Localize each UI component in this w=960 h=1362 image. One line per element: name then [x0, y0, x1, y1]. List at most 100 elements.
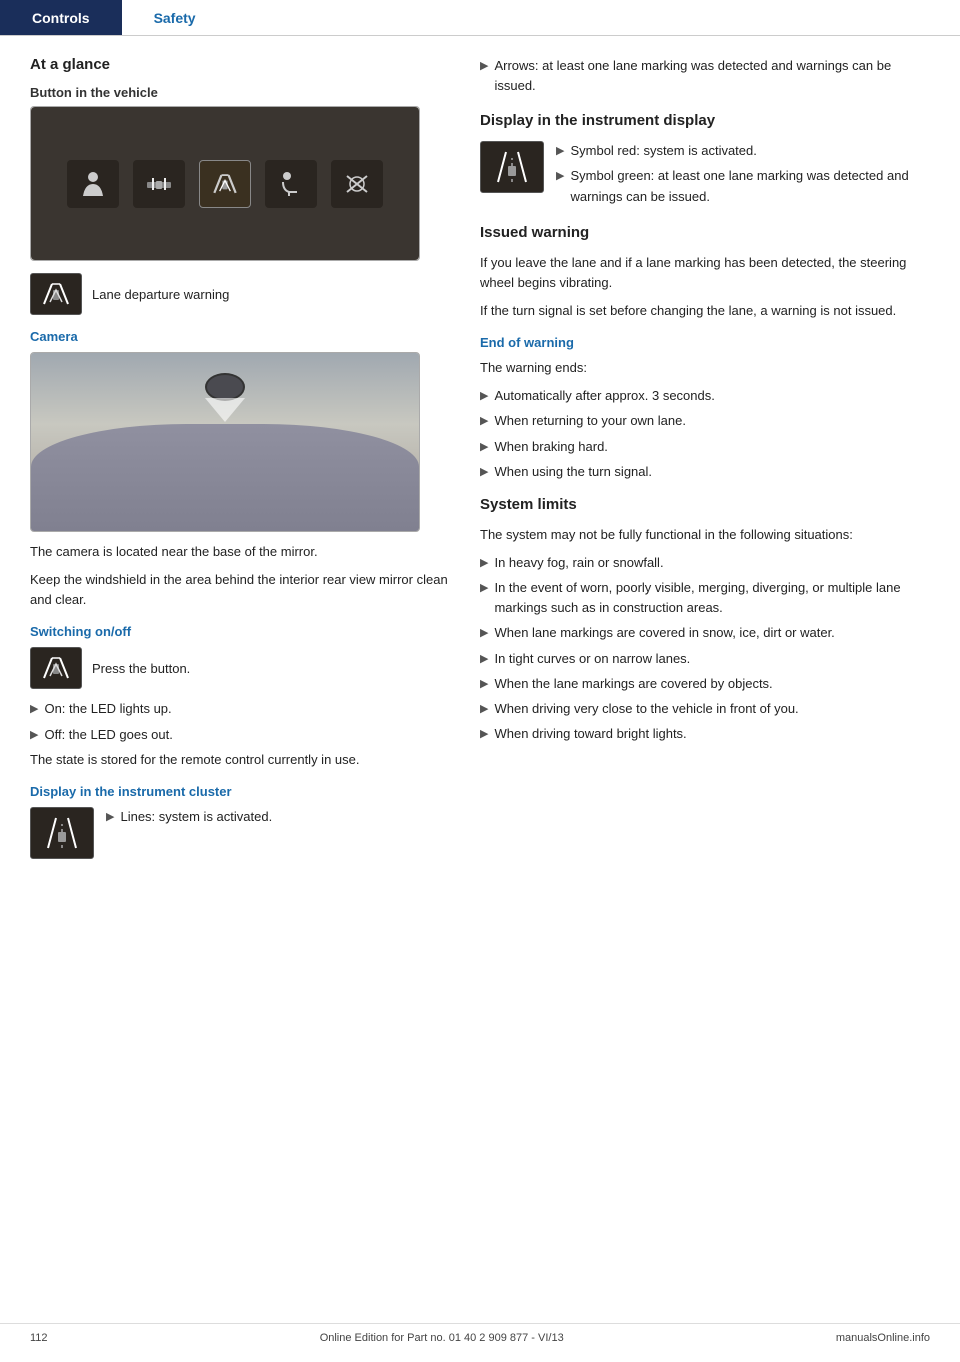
tab-safety[interactable]: Safety: [122, 0, 228, 35]
press-button-row: Press the button.: [30, 647, 460, 689]
arrows-item: ▶ Arrows: at least one lane marking was …: [480, 56, 930, 96]
end-bullet-4: ▶ When using the turn signal.: [480, 462, 930, 482]
camera-image: [30, 352, 420, 532]
panel-btn-4: [265, 160, 317, 208]
at-a-glance-title: At a glance: [30, 56, 460, 73]
arrows-bullet-list: ▶ Arrows: at least one lane marking was …: [480, 56, 930, 96]
footer-text: Online Edition for Part no. 01 40 2 909 …: [320, 1332, 564, 1344]
end-bullet-3: ▶ When braking hard.: [480, 437, 930, 457]
limit3-text: When lane markings are covered in snow, …: [494, 623, 834, 643]
bullet-arrow-r9: ▶: [480, 580, 488, 597]
lane-departure-label: Lane departure warning: [92, 287, 229, 302]
camera-seat-visual: [31, 424, 419, 531]
bullet-arrow-2: ▶: [30, 727, 38, 744]
bullet-arrow-r4: ▶: [480, 388, 488, 405]
cluster-text-block: ▶ Lines: system is activated.: [106, 807, 460, 832]
system-limits-intro: The system may not be fully functional i…: [480, 525, 930, 545]
switching-heading: Switching on/off: [30, 624, 460, 639]
display-cluster-heading: Display in the instrument cluster: [30, 784, 460, 799]
camera-view: [31, 353, 419, 531]
bullet-arrow-r14: ▶: [480, 726, 488, 743]
end-bullet3-text: When braking hard.: [494, 437, 607, 457]
right-column: ▶ Arrows: at least one lane marking was …: [480, 56, 930, 871]
bullet-arrow-r12: ▶: [480, 676, 488, 693]
display-instrument-row: ▶ Symbol red: system is activated. ▶ Sym…: [480, 141, 930, 211]
switch-bullet-list: ▶ On: the LED lights up. ▶ Off: the LED …: [30, 699, 460, 744]
bullet-arrow-1: ▶: [30, 701, 38, 718]
instrument-bullet-list: ▶ Symbol red: system is activated. ▶ Sym…: [556, 141, 930, 206]
limit6-text: When driving very close to the vehicle i…: [494, 699, 798, 719]
bullet-arrow-r13: ▶: [480, 701, 488, 718]
symbol-green-item: ▶ Symbol green: at least one lane markin…: [556, 166, 930, 206]
panel-btn-1: [67, 160, 119, 208]
bullet-arrow-r7: ▶: [480, 464, 488, 481]
issued-warning-text2: If the turn signal is set before changin…: [480, 301, 930, 321]
tab-controls[interactable]: Controls: [0, 0, 122, 35]
left-column: At a glance Button in the vehicle: [30, 56, 460, 871]
instrument-text-block: ▶ Symbol red: system is activated. ▶ Sym…: [556, 141, 930, 211]
limit-1: ▶ In heavy fog, rain or snowfall.: [480, 553, 930, 573]
limit1-text: In heavy fog, rain or snowfall.: [494, 553, 663, 573]
limit-4: ▶ In tight curves or on narrow lanes.: [480, 649, 930, 669]
system-limits-bullets: ▶ In heavy fog, rain or snowfall. ▶ In t…: [480, 553, 930, 744]
bullet-arrow-3: ▶: [106, 809, 114, 826]
camera-heading: Camera: [30, 329, 460, 344]
limit-3: ▶ When lane markings are covered in snow…: [480, 623, 930, 643]
limit-2: ▶ In the event of worn, poorly visible, …: [480, 578, 930, 618]
press-button-label: Press the button.: [92, 661, 190, 676]
watermark: manualsOnline.info: [836, 1332, 930, 1344]
bullet-arrow-r5: ▶: [480, 413, 488, 430]
end-bullet2-text: When returning to your own lane.: [494, 411, 686, 431]
on-led-item: ▶ On: the LED lights up.: [30, 699, 460, 719]
panel-btn-lane-warning: [199, 160, 251, 208]
issued-warning-heading: Issued warning: [480, 224, 930, 241]
end-warning-bullets: ▶ Automatically after approx. 3 seconds.…: [480, 386, 930, 482]
bullet-arrow-r1: ▶: [480, 58, 488, 75]
main-content: At a glance Button in the vehicle: [0, 36, 960, 911]
cluster-bullet-list: ▶ Lines: system is activated.: [106, 807, 460, 827]
switch-icon-btn: [30, 647, 82, 689]
page-number: 112: [30, 1332, 48, 1344]
lines-activated-text: Lines: system is activated.: [120, 807, 272, 827]
end-bullet1-text: Automatically after approx. 3 seconds.: [494, 386, 714, 406]
instrument-icon: [480, 141, 544, 193]
limit-7: ▶ When driving toward bright lights.: [480, 724, 930, 744]
bullet-arrow-r8: ▶: [480, 555, 488, 572]
symbol-red-text: Symbol red: system is activated.: [570, 141, 756, 161]
page-footer: 112 Online Edition for Part no. 01 40 2 …: [0, 1323, 960, 1344]
end-of-warning-heading: End of warning: [480, 335, 930, 350]
end-bullet-2: ▶ When returning to your own lane.: [480, 411, 930, 431]
camera-arrow-visual: [205, 398, 245, 422]
bullet-arrow-r2: ▶: [556, 143, 564, 160]
camera-mirror-visual: [205, 373, 245, 401]
button-in-vehicle-heading: Button in the vehicle: [30, 85, 460, 100]
symbol-green-text: Symbol green: at least one lane marking …: [570, 166, 930, 206]
arrows-text: Arrows: at least one lane marking was de…: [494, 56, 930, 96]
cluster-icon: [30, 807, 94, 859]
state-stored-text: The state is stored for the remote contr…: [30, 750, 460, 770]
top-navigation: Controls Safety: [0, 0, 960, 36]
display-instrument-heading: Display in the instrument display: [480, 112, 930, 129]
limit5-text: When the lane markings are covered by ob…: [494, 674, 772, 694]
symbol-red-item: ▶ Symbol red: system is activated.: [556, 141, 930, 161]
tab-controls-label: Controls: [32, 10, 90, 26]
camera-text-2: Keep the windshield in the area behind t…: [30, 570, 460, 610]
limit2-text: In the event of worn, poorly visible, me…: [494, 578, 930, 618]
bullet-arrow-r11: ▶: [480, 651, 488, 668]
limit7-text: When driving toward bright lights.: [494, 724, 686, 744]
lane-departure-icon-btn: [30, 273, 82, 315]
system-limits-heading: System limits: [480, 496, 930, 513]
tab-safety-label: Safety: [154, 10, 196, 26]
lines-activated-item: ▶ Lines: system is activated.: [106, 807, 460, 827]
panel-btn-5: [331, 160, 383, 208]
bullet-arrow-r3: ▶: [556, 168, 564, 185]
warning-ends-text: The warning ends:: [480, 358, 930, 378]
limit-5: ▶ When the lane markings are covered by …: [480, 674, 930, 694]
off-led-item: ▶ Off: the LED goes out.: [30, 725, 460, 745]
panel-btn-2: [133, 160, 185, 208]
off-led-text: Off: the LED goes out.: [44, 725, 172, 745]
lane-departure-row: Lane departure warning: [30, 273, 460, 315]
button-panel: [31, 107, 419, 260]
vehicle-button-image: [30, 106, 420, 261]
camera-text-1: The camera is located near the base of t…: [30, 542, 460, 562]
